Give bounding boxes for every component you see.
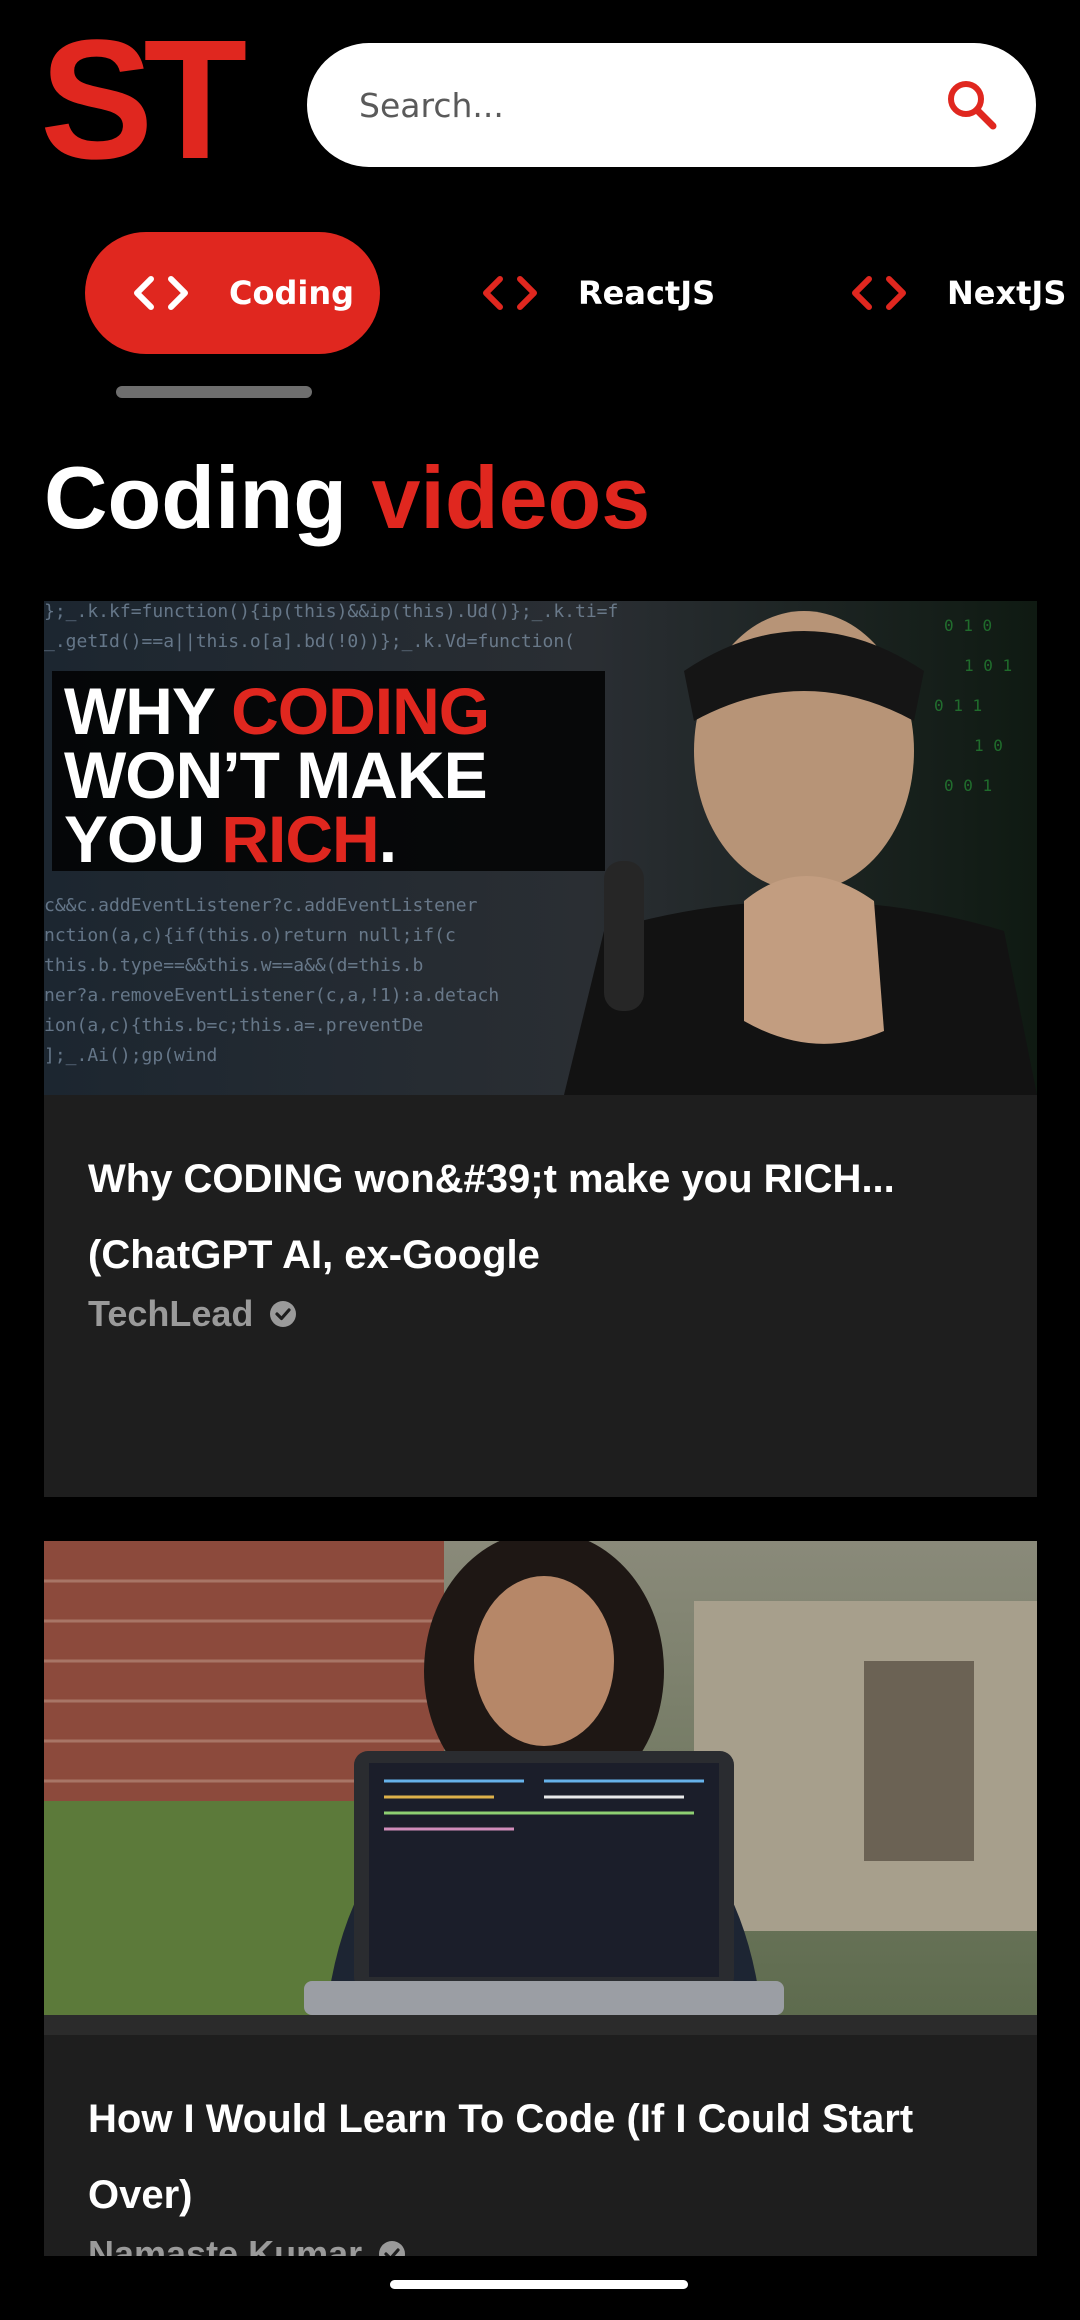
svg-text:ner?a.removeEventListener(c,a,: ner?a.removeEventListener(c,a,!1):a.deta… [44, 985, 499, 1006]
search-button[interactable] [944, 77, 1000, 133]
svg-text:_.getId()==a||this.o[a].bd(!0): _.getId()==a||this.o[a].bd(!0))};_.k.Vd=… [44, 631, 575, 652]
svg-text:0 1 0: 0 1 0 [944, 616, 992, 635]
category-tabs: Coding ReactJS NextJS [0, 232, 1080, 362]
tab-reactjs[interactable]: ReactJS [480, 232, 715, 354]
card-body: Why CODING won&#39;t make you RICH... (C… [44, 1095, 1037, 1335]
video-card[interactable]: };_.k.kf=function(){ip(this)&&ip(this).U… [44, 601, 1037, 1497]
tab-coding[interactable]: Coding [85, 232, 380, 354]
app-logo[interactable]: ST [40, 30, 262, 170]
svg-text:this.b.type==&&this.w==a&&(d=t: this.b.type==&&this.w==a&&(d=this.b [44, 955, 423, 976]
tab-label: ReactJS [578, 274, 716, 312]
st-logo-mark: ST [40, 30, 256, 170]
search-bar [307, 43, 1036, 167]
video-title: Why CODING won&#39;t make you RICH... (C… [88, 1157, 895, 1277]
video-card[interactable]: How I Would Learn To Code (If I Could St… [44, 1541, 1037, 2256]
video-thumbnail[interactable]: };_.k.kf=function(){ip(this)&&ip(this).U… [44, 601, 1037, 1095]
svg-text:nction(a,c){if(this.o)return n: nction(a,c){if(this.o)return null;if(c [44, 925, 456, 946]
home-indicator[interactable] [390, 2280, 688, 2289]
thumbnail-image [44, 1541, 1037, 2035]
svg-text:1 0: 1 0 [974, 736, 1003, 755]
tab-nextjs[interactable]: NextJS [849, 232, 1066, 354]
svg-text:0 0 1: 0 0 1 [944, 776, 992, 795]
search-icon [948, 81, 997, 130]
svg-text:ion(a,c){this.b=c;this.a=.prev: ion(a,c){this.b=c;this.a=.preventDe [44, 1015, 423, 1036]
svg-text:ST: ST [40, 30, 246, 170]
svg-text:c&&c.addEventListener?c.addEve: c&&c.addEventListener?c.addEventListener [44, 895, 478, 916]
page-title-prefix: Coding [44, 448, 348, 547]
svg-text:};_.k.kf=function(){ip(this)&&: };_.k.kf=function(){ip(this)&&ip(this).U… [44, 601, 618, 622]
code-icon [852, 276, 906, 310]
code-icon [483, 276, 537, 310]
channel-name: Namaste Kumar [88, 2233, 363, 2256]
verified-check-icon [379, 2241, 406, 2256]
page-title: Coding videos [44, 448, 650, 548]
tab-label: Coding [229, 274, 355, 312]
category-scroll-indicator[interactable] [116, 386, 312, 398]
code-icon [134, 276, 188, 310]
card-body: How I Would Learn To Code (If I Could St… [44, 2035, 1037, 2256]
verified-check-icon [270, 1301, 297, 1327]
page-title-accent: videos [371, 448, 651, 547]
svg-text:];_.Ai();gp(wind: ];_.Ai();gp(wind [44, 1045, 217, 1066]
channel-info[interactable]: TechLead [88, 1293, 993, 1335]
channel-info[interactable]: Namaste Kumar [88, 2233, 993, 2256]
svg-text:1 0 1: 1 0 1 [964, 656, 1012, 675]
thumbnail-title: WHY CODING WON’T MAKE YOU RICH. [52, 671, 605, 872]
tab-label: NextJS [947, 274, 1067, 312]
search-input[interactable] [357, 84, 944, 126]
channel-name: TechLead [88, 1293, 254, 1334]
video-title: How I Would Learn To Code (If I Could St… [88, 2097, 914, 2217]
video-thumbnail[interactable] [44, 1541, 1037, 2035]
svg-text:0 1 1: 0 1 1 [934, 696, 982, 715]
